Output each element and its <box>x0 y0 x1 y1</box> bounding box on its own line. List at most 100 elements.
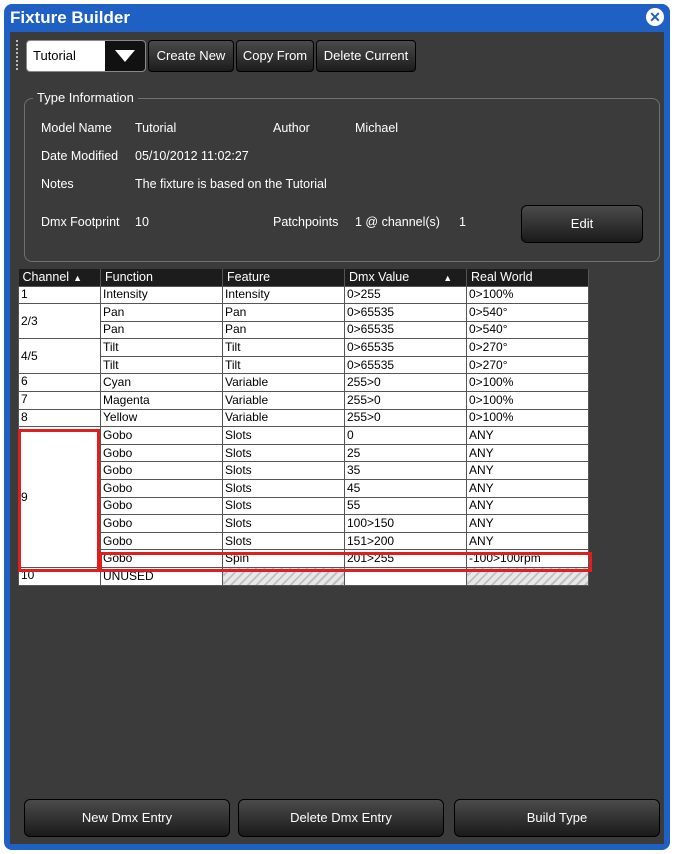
close-icon[interactable]: ✕ <box>646 8 664 26</box>
dmx-value-cell[interactable]: 55 <box>344 496 467 516</box>
feature-cell[interactable]: Slots <box>222 514 345 533</box>
table-row[interactable]: Gobo Spin 201>255 -100>100rpm <box>19 549 589 568</box>
table-row[interactable]: 10 UNUSED <box>18 567 589 586</box>
dmx-value-cell[interactable]: 255>0 <box>344 408 467 428</box>
feature-cell[interactable]: Slots <box>222 479 345 498</box>
dmx-value-cell[interactable]: 25 <box>344 443 467 463</box>
channel-cell[interactable]: 1 <box>18 285 101 305</box>
channel-cell[interactable]: 10 <box>18 567 101 586</box>
dmx-value-cell[interactable]: 0>65535 <box>344 303 467 322</box>
real-world-cell[interactable]: -100>100rpm <box>466 549 589 568</box>
feature-cell[interactable]: Spin <box>222 549 345 568</box>
dmx-value-cell[interactable]: 0>255 <box>344 285 467 305</box>
channel-cell[interactable]: 4/5 <box>18 338 101 375</box>
real-world-cell[interactable]: 0>100% <box>466 391 589 410</box>
function-cell[interactable]: Gobo <box>100 531 223 551</box>
feature-cell[interactable]: Slots <box>222 461 345 481</box>
function-cell[interactable]: Cyan <box>100 373 223 393</box>
table-row[interactable]: Gobo Slots 100>150 ANY <box>19 514 589 533</box>
function-cell[interactable]: Pan <box>100 303 223 322</box>
real-world-cell[interactable]: ANY <box>466 443 589 463</box>
channel-cell[interactable]: 7 <box>18 391 101 410</box>
column-header-function[interactable]: Function <box>100 269 223 286</box>
feature-cell[interactable]: Tilt <box>222 355 345 375</box>
delete-dmx-entry-button[interactable]: Delete Dmx Entry <box>238 799 444 837</box>
real-world-cell[interactable]: 0>540° <box>466 303 589 322</box>
feature-cell[interactable]: Intensity <box>222 285 345 305</box>
real-world-cell[interactable]: 0>100% <box>466 408 589 428</box>
table-row[interactable]: Gobo Slots 25 ANY <box>19 443 589 463</box>
function-cell[interactable]: Gobo <box>100 514 223 533</box>
edit-button[interactable]: Edit <box>521 205 643 243</box>
real-world-cell[interactable] <box>466 567 589 586</box>
feature-cell[interactable]: Slots <box>222 426 345 445</box>
dmx-value-cell[interactable]: 255>0 <box>344 373 467 393</box>
feature-cell[interactable]: Slots <box>222 443 345 463</box>
dmx-value-cell[interactable] <box>344 567 467 586</box>
table-row[interactable]: 6 Cyan Variable 255>0 0>100% <box>18 373 589 393</box>
function-cell[interactable]: Gobo <box>100 479 223 498</box>
copy-from-button[interactable]: Copy From <box>236 40 314 72</box>
dmx-value-cell[interactable]: 255>0 <box>344 391 467 410</box>
table-row[interactable]: Gobo Slots 151>200 ANY <box>19 531 589 551</box>
real-world-cell[interactable]: ANY <box>466 514 589 533</box>
function-cell[interactable]: Intensity <box>100 285 223 305</box>
function-cell[interactable]: Gobo <box>100 549 223 568</box>
build-type-button[interactable]: Build Type <box>454 799 660 837</box>
table-row[interactable]: 7 Magenta Variable 255>0 0>100% <box>18 391 589 410</box>
real-world-cell[interactable]: ANY <box>466 479 589 498</box>
dmx-value-cell[interactable]: 201>255 <box>344 549 467 568</box>
delete-current-button[interactable]: Delete Current <box>316 40 416 72</box>
column-header-feature[interactable]: Feature <box>222 269 345 286</box>
table-row[interactable]: 1 Intensity Intensity 0>255 0>100% <box>18 285 589 305</box>
function-cell[interactable]: Tilt <box>100 355 223 375</box>
dmx-value-cell[interactable]: 45 <box>344 479 467 498</box>
feature-cell[interactable]: Slots <box>222 496 345 516</box>
real-world-cell[interactable]: 0>270° <box>466 355 589 375</box>
real-world-cell[interactable]: ANY <box>466 461 589 481</box>
real-world-cell[interactable]: 0>270° <box>466 338 589 357</box>
function-cell[interactable]: Pan <box>100 320 223 340</box>
dmx-value-cell[interactable]: 0 <box>344 426 467 445</box>
table-row[interactable]: Tilt Tilt 0>65535 0>270° <box>19 355 589 375</box>
table-row[interactable]: 2/3 Pan Pan 0>65535 0>540° <box>18 303 589 340</box>
title-bar[interactable]: Fixture Builder ✕ <box>4 4 670 30</box>
real-world-cell[interactable]: ANY <box>466 531 589 551</box>
function-cell[interactable]: Gobo <box>100 496 223 516</box>
table-row[interactable]: 4/5 Tilt Tilt 0>65535 0>270° <box>18 338 589 375</box>
column-header-real-world[interactable]: Real World <box>466 269 589 286</box>
feature-cell[interactable]: Variable <box>222 408 345 428</box>
table-row[interactable]: Pan Pan 0>65535 0>540° <box>19 320 589 340</box>
dmx-value-cell[interactable]: 100>150 <box>344 514 467 533</box>
function-cell[interactable]: Tilt <box>100 338 223 357</box>
dmx-value-cell[interactable]: 35 <box>344 461 467 481</box>
real-world-cell[interactable]: ANY <box>466 426 589 445</box>
real-world-cell[interactable]: ANY <box>466 496 589 516</box>
table-row[interactable]: Gobo Slots 45 ANY <box>19 479 589 498</box>
feature-cell[interactable]: Pan <box>222 320 345 340</box>
fixture-type-dropdown[interactable]: Tutorial <box>26 40 146 72</box>
toolbar-grip[interactable] <box>16 40 22 70</box>
function-cell[interactable]: Gobo <box>100 426 223 445</box>
real-world-cell[interactable]: 0>540° <box>466 320 589 340</box>
feature-cell[interactable]: Pan <box>222 303 345 322</box>
real-world-cell[interactable]: 0>100% <box>466 373 589 393</box>
chevron-down-icon[interactable] <box>105 41 145 71</box>
table-row[interactable]: Gobo Slots 35 ANY <box>19 461 589 481</box>
feature-cell[interactable]: Tilt <box>222 338 345 357</box>
dmx-value-cell[interactable]: 151>200 <box>344 531 467 551</box>
channel-cell[interactable]: 9 <box>18 426 101 568</box>
function-cell[interactable]: Yellow <box>100 408 223 428</box>
channel-cell[interactable]: 2/3 <box>18 303 101 340</box>
table-row[interactable]: 8 Yellow Variable 255>0 0>100% <box>18 408 589 428</box>
function-cell[interactable]: Gobo <box>100 461 223 481</box>
real-world-cell[interactable]: 0>100% <box>466 285 589 305</box>
function-cell[interactable]: Magenta <box>100 391 223 410</box>
channel-cell[interactable]: 8 <box>18 408 101 428</box>
dmx-value-cell[interactable]: 0>65535 <box>344 320 467 340</box>
channel-cell[interactable]: 6 <box>18 373 101 393</box>
feature-cell[interactable]: Slots <box>222 531 345 551</box>
feature-cell[interactable]: Variable <box>222 373 345 393</box>
dmx-value-cell[interactable]: 0>65535 <box>344 338 467 357</box>
table-row[interactable]: 9 Gobo Slots 0 ANY <box>18 426 589 568</box>
